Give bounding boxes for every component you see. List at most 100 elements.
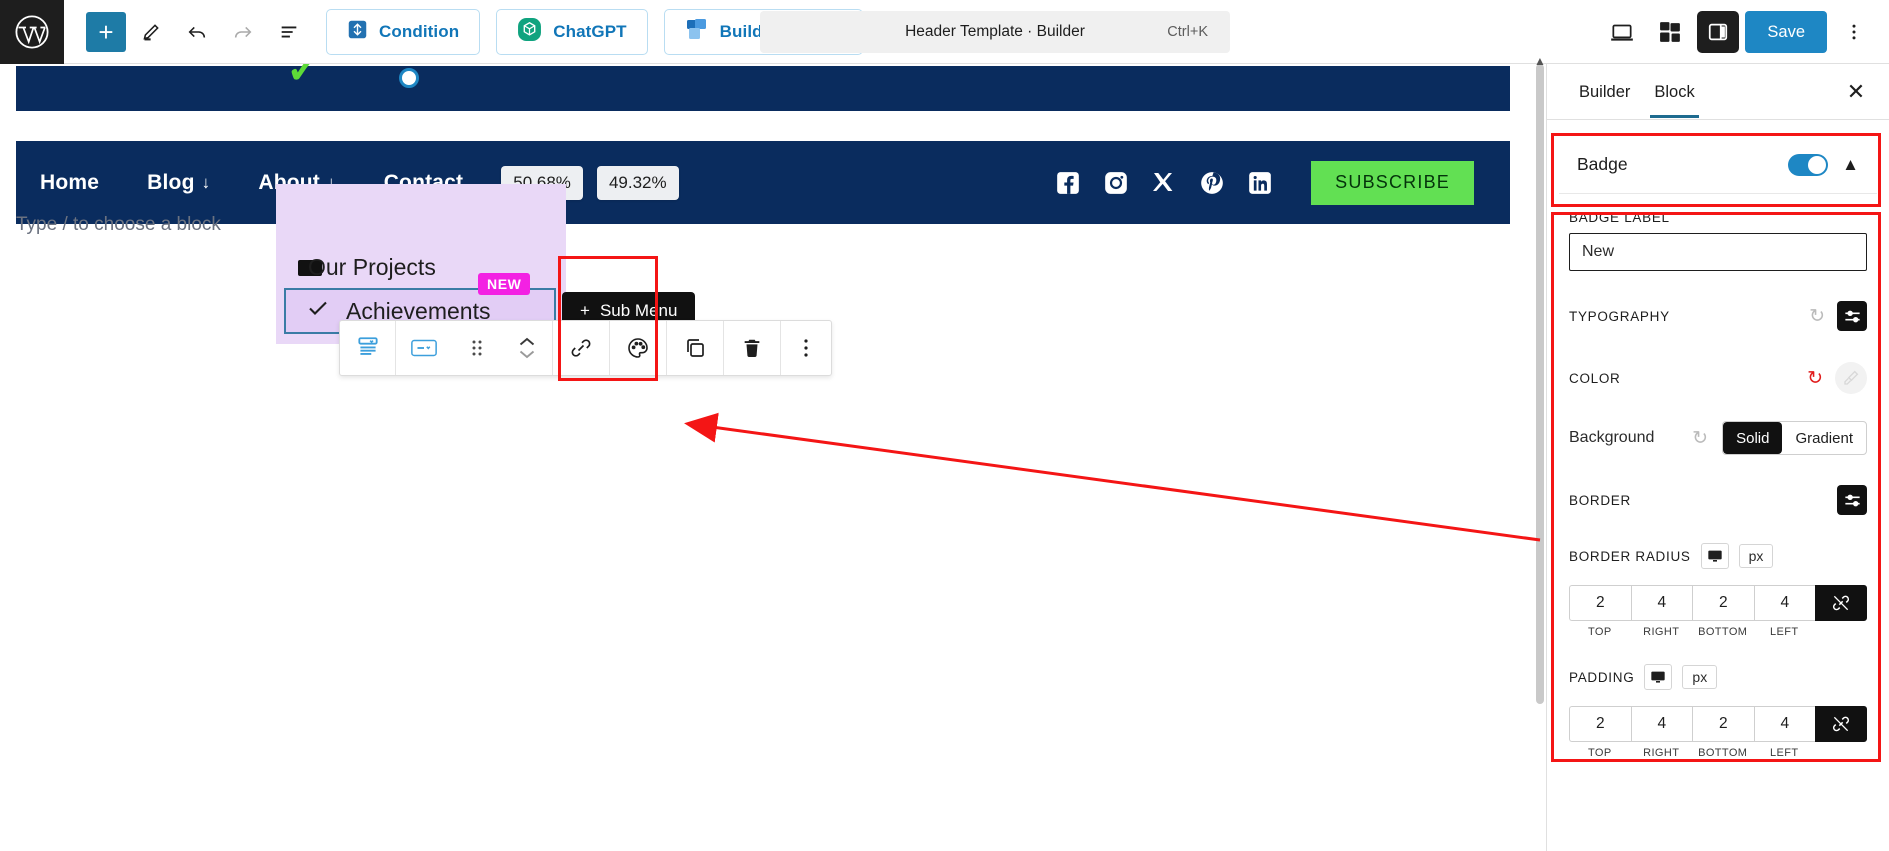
caption-left: LEFT: [1770, 626, 1799, 638]
drag-handle-dot[interactable]: [399, 68, 419, 88]
list-view-icon[interactable]: [268, 11, 310, 53]
chevron-up-icon[interactable]: ▲: [1842, 155, 1859, 175]
padding-top-input[interactable]: 2: [1569, 706, 1631, 742]
chatgpt-button[interactable]: ChatGPT: [496, 8, 648, 55]
linkedin-icon[interactable]: [1247, 170, 1273, 196]
badge-toggle[interactable]: [1788, 153, 1829, 176]
settings-sidebar-icon[interactable]: [1697, 11, 1740, 53]
background-solid-option[interactable]: Solid: [1723, 422, 1783, 454]
duplicate-icon[interactable]: [667, 321, 723, 375]
caption-top: TOP: [1587, 626, 1612, 638]
caption-left: LEFT: [1770, 747, 1799, 759]
padding-left-input[interactable]: 4: [1753, 706, 1815, 742]
command-bar-title: Header Template · Builder: [905, 23, 1085, 40]
submenu-item-our-projects[interactable]: Our Projects: [276, 254, 436, 281]
condition-label: Condition: [379, 21, 460, 41]
pencil-icon[interactable]: [130, 11, 172, 53]
typography-reset-icon[interactable]: ↻: [1809, 305, 1825, 328]
badge-label-input[interactable]: [1569, 233, 1867, 271]
background-gradient-option[interactable]: Gradient: [1782, 422, 1866, 454]
padding-right-input[interactable]: 4: [1630, 706, 1692, 742]
trash-icon[interactable]: [724, 321, 780, 375]
sidebar-scrollbar[interactable]: [1536, 64, 1544, 704]
new-badge[interactable]: NEW: [478, 273, 531, 295]
border-radius-inputs: 2 4 2 4: [1569, 585, 1867, 621]
background-reset-icon[interactable]: ↻: [1692, 427, 1708, 450]
block-placeholder-text[interactable]: Type / to choose a block: [16, 214, 221, 236]
add-block-button[interactable]: +: [86, 11, 126, 52]
border-radius-unit[interactable]: px: [1738, 544, 1774, 568]
badge-section-title: Badge: [1577, 154, 1628, 174]
padding-row: PADDING px: [1569, 660, 1867, 694]
border-settings-icon[interactable]: [1837, 485, 1867, 515]
typography-caption: TYPOGRAPHY: [1569, 308, 1670, 324]
drag-handle-icon[interactable]: [452, 321, 502, 375]
top-bar-right-tools: Save: [1601, 0, 1875, 64]
padding-unlink-icon[interactable]: [1815, 706, 1867, 742]
undo-icon[interactable]: [176, 11, 218, 53]
border-radius-left-input[interactable]: 4: [1753, 585, 1815, 621]
instagram-icon[interactable]: [1103, 170, 1129, 196]
desktop-icon[interactable]: [1644, 664, 1673, 690]
color-picker-icon[interactable]: [1835, 362, 1867, 394]
chevron-down-icon: ↓: [201, 172, 211, 192]
width-percent-chip-right[interactable]: 49.32%: [596, 165, 679, 200]
typography-row: TYPOGRAPHY ↻: [1569, 299, 1867, 333]
nav-item-label: Home: [40, 170, 100, 194]
editor-canvas: ✓ Home Blog ↓ About ↓ Contact 50.68% 49.…: [0, 64, 1546, 851]
caption-bottom: BOTTOM: [1698, 747, 1748, 759]
tab-block[interactable]: Block: [1642, 66, 1706, 118]
sidebar-tabs: Builder Block ✕: [1547, 64, 1889, 120]
submenu-item-label: Our Projects: [308, 254, 436, 280]
border-radius-top-input[interactable]: 2: [1569, 585, 1631, 621]
background-caption: Background: [1569, 429, 1655, 446]
wordpress-logo-icon[interactable]: [0, 0, 64, 64]
link-icon[interactable]: [553, 321, 609, 375]
save-button[interactable]: Save: [1745, 11, 1827, 53]
background-row: Background ↻ Solid Gradient: [1569, 421, 1867, 455]
x-twitter-icon[interactable]: [1151, 170, 1177, 196]
desktop-preview-icon[interactable]: [1601, 11, 1643, 53]
nav-item-home[interactable]: Home: [16, 171, 123, 195]
blocks-icon[interactable]: [1649, 11, 1691, 53]
border-radius-bottom-input[interactable]: 2: [1692, 585, 1754, 621]
typography-settings-icon[interactable]: [1837, 301, 1867, 331]
site-navigation-bar: Home Blog ↓ About ↓ Contact 50.68% 49.32…: [16, 141, 1510, 224]
command-bar[interactable]: Header Template · Builder Ctrl+K: [760, 11, 1230, 53]
nav-item-label: Blog: [147, 170, 195, 194]
navigation-block-icon[interactable]: [340, 321, 396, 375]
header-top-strip[interactable]: ✓: [16, 64, 1510, 111]
move-up-down-icon[interactable]: [502, 321, 552, 375]
block-type-icon[interactable]: [396, 321, 452, 375]
facebook-icon[interactable]: [1055, 170, 1081, 196]
background-type-segmented: Solid Gradient: [1722, 421, 1867, 455]
nav-item-blog[interactable]: Blog ↓: [123, 171, 234, 195]
add-sub-menu-label: Sub Menu: [599, 301, 678, 320]
top-bar-left-tools: + Condition ChatGPT Builder: [64, 8, 864, 55]
border-caption: BORDER: [1569, 492, 1631, 508]
border-radius-right-input[interactable]: 4: [1630, 585, 1692, 621]
pinterest-icon[interactable]: [1199, 170, 1225, 196]
builder-library-icon: [685, 17, 709, 46]
border-radius-unlink-icon[interactable]: [1815, 585, 1867, 621]
close-icon[interactable]: ✕: [1841, 77, 1871, 107]
padding-inputs: 2 4 2 4: [1569, 706, 1867, 742]
desktop-icon[interactable]: [1700, 543, 1729, 569]
color-palette-icon[interactable]: [610, 321, 666, 375]
kebab-menu-icon[interactable]: [1833, 11, 1875, 53]
redo-icon[interactable]: [222, 11, 264, 53]
scroll-up-arrow-icon[interactable]: ▲: [1534, 54, 1546, 68]
padding-unit[interactable]: px: [1682, 665, 1718, 689]
tab-builder[interactable]: Builder: [1567, 66, 1642, 117]
caption-bottom: BOTTOM: [1698, 626, 1748, 638]
padding-bottom-input[interactable]: 2: [1692, 706, 1754, 742]
condition-button[interactable]: Condition: [326, 8, 481, 55]
command-bar-shortcut: Ctrl+K: [1167, 24, 1208, 40]
caption-right: RIGHT: [1643, 747, 1680, 759]
more-options-icon[interactable]: [781, 321, 831, 375]
subscribe-button[interactable]: SUBSCRIBE: [1311, 160, 1474, 205]
color-reset-icon[interactable]: ↻: [1807, 367, 1823, 390]
social-icons-group: [1055, 170, 1273, 196]
badge-settings-panel: BADGE LABEL TYPOGRAPHY ↻ COLOR ↻: [1547, 194, 1889, 759]
padding-caption: PADDING: [1569, 669, 1635, 685]
